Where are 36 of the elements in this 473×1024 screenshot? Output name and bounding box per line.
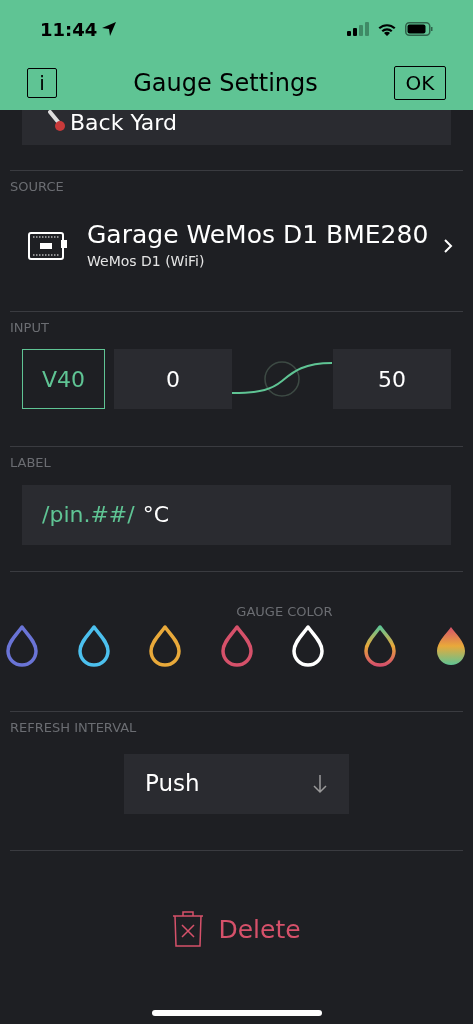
location-arrow-icon: [101, 21, 118, 37]
section-label: SOURCE: [10, 178, 64, 196]
section-label: GAUGE COLOR: [236, 602, 333, 621]
trash-icon: [172, 911, 205, 948]
max-field[interactable]: 50: [333, 349, 451, 409]
wifi-icon: [377, 21, 397, 37]
label-unit-text: °C: [142, 501, 170, 529]
delete-button[interactable]: Delete: [172, 910, 301, 948]
device-type: WeMos D1 (WiFi): [87, 252, 205, 271]
info-button[interactable]: i: [27, 68, 57, 98]
name-field[interactable]: Back Yard: [22, 110, 451, 145]
source-device-row[interactable]: Garage WeMos D1 BME280 WeMos D1 (WiFi): [0, 214, 473, 277]
color-swatch[interactable]: [4, 625, 40, 669]
color-swatch[interactable]: [290, 625, 326, 669]
screen-title: Gauge Settings: [133, 68, 318, 99]
chevron-right-icon: [443, 237, 453, 254]
status-time: 11:44: [40, 17, 98, 42]
label-pin-text: /pin.##/: [42, 501, 135, 529]
pin-selector[interactable]: V40: [22, 349, 105, 409]
section-label: INPUT: [10, 318, 49, 337]
thermometer-icon: [48, 110, 66, 132]
name-value: Back Yard: [70, 110, 177, 136]
color-swatch[interactable]: [75, 625, 112, 669]
label-field[interactable]: /pin.##/ °C: [22, 484, 451, 545]
color-swatch[interactable]: [218, 625, 255, 669]
section-label: REFRESH INTERVAL: [10, 719, 137, 737]
color-swatch[interactable]: [147, 625, 183, 669]
color-swatch[interactable]: [361, 625, 398, 669]
ok-button[interactable]: OK: [394, 66, 446, 100]
section-label: LABEL: [10, 454, 51, 472]
device-name: Garage WeMos D1 BME280: [87, 219, 429, 251]
refresh-interval-dropdown[interactable]: Push: [124, 753, 349, 814]
battery-icon: [405, 22, 433, 36]
min-field[interactable]: 0: [114, 349, 232, 409]
signal-icon: [347, 22, 369, 36]
down-arrow-icon: [312, 773, 328, 794]
